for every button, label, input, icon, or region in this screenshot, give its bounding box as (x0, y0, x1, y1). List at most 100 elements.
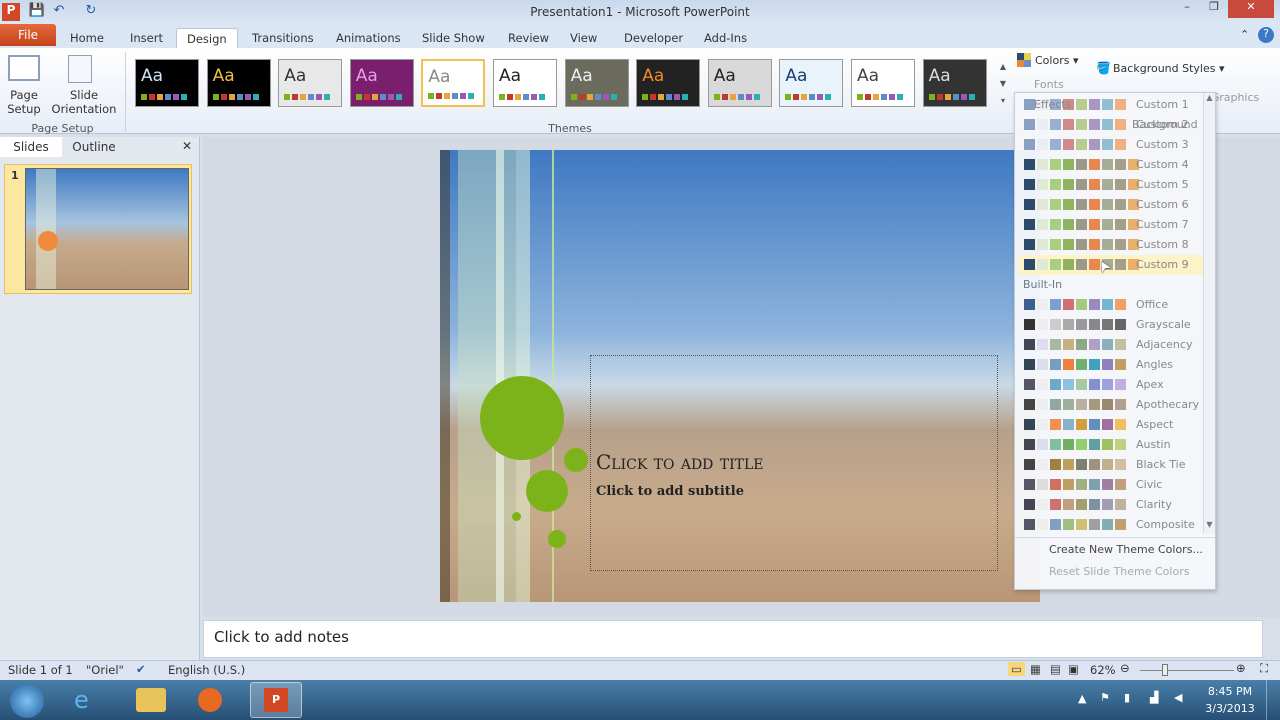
theme-thumbnail[interactable]: Aa (851, 59, 915, 107)
color-scheme-builtin[interactable]: Angles (1019, 355, 1203, 375)
theme-thumbnail[interactable]: Aa (421, 59, 486, 107)
color-scheme-label: Custom 9 (1136, 258, 1189, 271)
tab-insert[interactable]: Insert (120, 28, 173, 48)
network-icon[interactable]: ▟ (1150, 691, 1158, 704)
color-scheme-builtin[interactable]: Black Tie (1019, 455, 1203, 475)
theme-thumbnail-label: Aa (355, 66, 378, 86)
tab-slide-show[interactable]: Slide Show (412, 28, 495, 48)
reset-slide-theme-colors[interactable]: Reset Slide Theme Colors (1049, 565, 1189, 578)
tab-outline[interactable]: Outline (62, 137, 126, 157)
powerpoint-taskbar-button[interactable]: P (250, 682, 302, 718)
color-scheme-label: Custom 5 (1136, 178, 1189, 191)
green-circle-small (548, 530, 566, 548)
volume-icon[interactable]: ◀ (1174, 691, 1182, 704)
tab-developer[interactable]: Developer (614, 28, 693, 48)
color-scheme-builtin[interactable]: Austin (1019, 435, 1203, 455)
tab-home[interactable]: Home (60, 28, 114, 48)
color-scheme-custom[interactable]: Custom 4 (1019, 155, 1203, 175)
slideshow-icon[interactable]: ▣ (1068, 662, 1079, 676)
color-scheme-label: Office (1136, 298, 1169, 311)
tab-view[interactable]: View (560, 28, 607, 48)
file-explorer-icon[interactable] (136, 688, 166, 712)
clock-date[interactable]: 3/3/2013 (1200, 702, 1260, 715)
tab-add-ins[interactable]: Add-Ins (694, 28, 757, 48)
color-scheme-label: Custom 7 (1136, 218, 1189, 231)
theme-thumbnail[interactable]: Aa (135, 59, 199, 107)
color-scheme-builtin[interactable]: Adjacency (1019, 335, 1203, 355)
theme-thumbnail[interactable]: Aa (707, 59, 772, 107)
reading-view-icon[interactable]: ▤ (1050, 662, 1061, 676)
color-scheme-custom[interactable]: Custom 5 (1019, 175, 1203, 195)
theme-thumbnail-label: Aa (570, 66, 593, 86)
theme-thumbnail[interactable]: Aa (349, 59, 414, 107)
notes-pane[interactable]: Click to add notes (203, 620, 1263, 658)
slide-canvas[interactable]: Click to add title Click to add subtitle (440, 150, 1040, 602)
close-button[interactable]: ✕ (1228, 0, 1274, 18)
show-desktop-button[interactable] (1266, 680, 1280, 720)
theme-thumbnail[interactable]: Aa (779, 59, 844, 107)
clock-time[interactable]: 8:45 PM (1200, 685, 1260, 698)
power-icon[interactable]: ▮ (1124, 691, 1130, 704)
tab-slides[interactable]: Slides (0, 137, 62, 157)
gallery-scroll[interactable]: ▲ ▼ ▾ (997, 58, 1009, 110)
color-scheme-builtin[interactable]: Apex (1019, 375, 1203, 395)
create-new-theme-colors[interactable]: Create New Theme Colors... (1049, 543, 1203, 556)
color-scheme-builtin[interactable]: Clarity (1019, 495, 1203, 515)
color-scheme-custom[interactable]: Custom 8 (1019, 235, 1203, 255)
color-scheme-custom[interactable]: Custom 3 (1019, 135, 1203, 155)
zoom-level[interactable]: 62% (1090, 663, 1116, 677)
theme-thumbnail-label: Aa (785, 66, 808, 86)
media-player-icon[interactable] (198, 688, 222, 712)
subtitle-placeholder[interactable]: Click to add subtitle (596, 484, 744, 499)
page-setup-button[interactable]: Page Setup (2, 88, 46, 116)
theme-thumbnail[interactable]: Aa (636, 59, 701, 107)
tab-animations[interactable]: Animations (326, 28, 411, 48)
zoom-out-icon[interactable]: ⊖ (1120, 661, 1130, 675)
effects-button[interactable]: Effects (1034, 98, 1071, 111)
fonts-button[interactable]: Fonts (1034, 78, 1064, 91)
theme-thumbnail[interactable]: Aa (922, 59, 987, 107)
color-scheme-custom[interactable]: Custom 7 (1019, 215, 1203, 235)
tab-file[interactable]: File (0, 24, 56, 46)
color-scheme-builtin[interactable]: Apothecary (1019, 395, 1203, 415)
slide-orientation-button[interactable]: Slide Orientation (50, 88, 118, 116)
ribbon-tabs: Home Insert Design Transitions Animation… (0, 24, 1280, 48)
theme-thumbnail[interactable]: Aa (564, 59, 629, 107)
internet-explorer-icon[interactable]: e (74, 686, 89, 714)
minimize-button[interactable]: – (1175, 0, 1199, 18)
color-scheme-builtin[interactable]: Office (1019, 295, 1203, 315)
fit-slide-icon[interactable]: ⛶ (1260, 661, 1268, 676)
language[interactable]: English (U.S.) (168, 663, 245, 677)
minimize-ribbon-icon[interactable]: ⌃ (1240, 28, 1249, 41)
tray-expand-icon[interactable]: ▲ (1078, 692, 1086, 705)
theme-thumbnail[interactable]: Aa (493, 59, 557, 107)
zoom-in-icon[interactable]: ⊕ (1236, 661, 1246, 675)
color-scheme-builtin[interactable]: Civic (1019, 475, 1203, 495)
help-icon[interactable]: ? (1258, 27, 1274, 43)
spell-check-icon[interactable]: ✔ (136, 662, 146, 676)
tab-review[interactable]: Review (498, 28, 559, 48)
slide-thumbnail-selected[interactable]: 1 (4, 164, 192, 294)
slide-sorter-icon[interactable]: ▦ (1030, 662, 1041, 676)
page-setup-group-label: Page Setup (31, 122, 94, 135)
start-button[interactable] (10, 684, 44, 718)
color-scheme-custom[interactable]: Custom 6 (1019, 195, 1203, 215)
zoom-slider[interactable] (1140, 670, 1234, 671)
title-placeholder[interactable]: Click to add title (596, 450, 763, 474)
close-panel-icon[interactable]: ✕ (182, 139, 192, 153)
theme-thumbnail[interactable]: Aa (278, 59, 343, 107)
tab-design[interactable]: Design (176, 28, 238, 48)
normal-view-icon[interactable]: ▭ (1008, 662, 1025, 676)
color-scheme-builtin[interactable]: Aspect (1019, 415, 1203, 435)
colors-button[interactable]: Colors ▾ (1035, 54, 1078, 67)
maximize-button[interactable]: ❐ (1201, 0, 1227, 18)
zoom-slider-handle[interactable] (1162, 664, 1168, 676)
color-scheme-builtin[interactable]: Grayscale (1019, 315, 1203, 335)
tab-transitions[interactable]: Transitions (242, 28, 324, 48)
color-scheme-label: Adjacency (1136, 338, 1193, 351)
background-styles-button[interactable]: Background Styles ▾ (1113, 62, 1225, 75)
dropdown-scrollbar[interactable]: ▲ ▼ (1203, 93, 1215, 533)
theme-thumbnail[interactable]: Aa (206, 59, 271, 107)
color-scheme-builtin[interactable]: Composite (1019, 515, 1203, 535)
action-center-icon[interactable]: ⚑ (1100, 691, 1110, 704)
